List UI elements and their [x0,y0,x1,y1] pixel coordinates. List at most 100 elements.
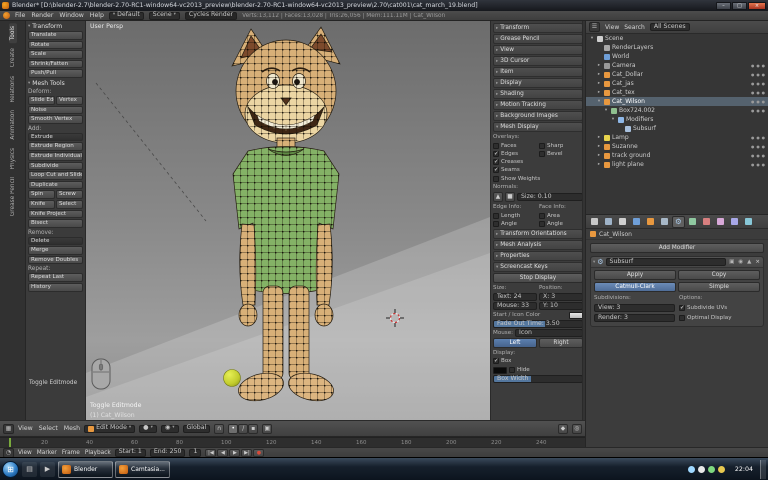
scene-dropdown[interactable]: Scene ▾ [148,11,180,20]
outliner-row-scene[interactable]: ▾ Scene [586,34,768,43]
outliner-row-cat-dollar[interactable]: ▸ Cat_Dollar ● ● ● [586,70,768,79]
text-size-field[interactable]: Text: 24 [493,293,537,301]
tool-button-vertex[interactable]: Vertex [56,95,83,105]
tray-app-icon[interactable] [707,465,715,473]
overlay-show-weights[interactable]: Show Weights [493,175,583,183]
tool-button-loop-cut-and-slide[interactable]: Loop Cut and Slide [28,171,83,180]
panel-transform[interactable]: ▸ Transform [493,23,583,33]
panel-background-images[interactable]: ▸ Background Images [493,111,583,121]
record-button[interactable]: ● [253,448,265,457]
mouse-left-button[interactable]: Left [493,338,537,348]
expand-icon[interactable]: ▸ [596,153,602,158]
face-info-checkbox[interactable] [539,213,545,219]
yellow-sphere-widget[interactable] [223,369,241,387]
expand-icon[interactable]: ▸ [596,90,602,95]
properties-tab-constraints[interactable] [658,216,671,228]
display-checkbox[interactable] [493,358,499,364]
panel-mesh-analysis[interactable]: ▸ Mesh Analysis [493,240,583,250]
orientation-dropdown[interactable]: Global [182,424,211,433]
selectability-icon[interactable]: ● [756,153,759,158]
overlay-checkbox[interactable] [493,176,499,182]
tool-button-extrude[interactable]: Extrude [28,132,83,142]
modifier-name-field[interactable]: Subsurf [605,258,727,266]
visibility-icon[interactable]: ● [751,162,754,167]
timeline-menu-view[interactable]: View [18,450,32,456]
display-hide[interactable]: Hide [509,366,530,374]
outliner-search-menu[interactable]: Search [624,24,645,31]
proportional-edit-icon[interactable]: ◎ [572,423,582,434]
expand-icon[interactable]: ▾ [589,36,595,41]
renderability-icon[interactable]: ● [762,90,765,95]
panel-mesh-display[interactable]: ▾ Mesh Display [493,122,583,132]
visibility-icon[interactable]: ● [751,135,754,140]
transport-jump-end-button[interactable]: ▶| [241,448,253,457]
pos-x-field[interactable]: X: 3 [539,293,583,301]
option-checkbox[interactable] [679,305,685,311]
overlay-checkbox[interactable] [493,167,499,173]
outliner-display-dropdown[interactable]: All Scenes [649,23,690,31]
properties-tab-world[interactable] [630,216,643,228]
toolshelf-tab-relations[interactable]: Relations [9,73,17,106]
outliner-editor-icon[interactable]: ☰ [589,22,600,32]
properties-tab-object-data[interactable] [686,216,699,228]
option-subdivide-uvs[interactable]: Subdivide UVs [679,304,760,312]
viewport-shading-dropdown[interactable]: ● ▾ [139,424,157,433]
frame-start-field[interactable]: Start: 1 [114,448,146,457]
outliner-row-cat-wilson[interactable]: ▾ Cat_Wilson ● ● ● [586,97,768,106]
render-subdivisions-field[interactable]: Render: 3 [594,314,675,322]
normals-size-field[interactable]: Size: 0.10 [517,193,583,201]
panel-transform-orientations[interactable]: ▸ Transform Orientations [493,229,583,239]
taskbar-button-blender[interactable]: Blender [58,460,113,478]
edge-info-angle[interactable]: Angle [493,220,537,228]
box-color-swatch[interactable] [493,366,507,374]
tool-button-rotate[interactable]: Rotate [28,40,83,50]
toolshelf-tab-physics[interactable]: Physics [9,145,17,172]
modifier-render-toggle-icon[interactable]: ▣ [728,259,735,265]
selectability-icon[interactable]: ● [756,72,759,77]
option-optimal-display[interactable]: Optimal Display [679,314,760,322]
toolshelf-tab-animation[interactable]: Animation [9,107,17,143]
frame-end-field[interactable]: End: 250 [149,448,186,457]
overlay-creases[interactable]: Creases [493,158,537,166]
properties-tab-scene[interactable] [616,216,629,228]
renderability-icon[interactable]: ● [762,108,765,113]
tool-button-subdivide[interactable]: Subdivide [28,161,83,171]
face-normals-icon[interactable]: ■ [505,192,515,202]
timeline-editor-icon[interactable]: ◔ [3,447,14,458]
mouse-display-dropdown[interactable]: Icon [515,329,583,337]
tool-button-history[interactable]: History [28,283,83,292]
tool-button-translate[interactable]: Translate [28,31,83,40]
timeline-menu-playback[interactable]: Playback [85,450,111,456]
timeline-menu-frame[interactable]: Frame [62,450,80,456]
outliner-row-camera[interactable]: ▸ Camera ● ● ● [586,61,768,70]
overlay-sharp[interactable]: Sharp [539,142,583,150]
panel-header-mesh-tools[interactable]: ▾ Mesh Tools [28,79,83,88]
add-modifier-dropdown[interactable]: Add Modifier [590,243,764,253]
renderability-icon[interactable]: ● [762,135,765,140]
visibility-icon[interactable]: ● [751,90,754,95]
maximize-button[interactable]: □ [732,1,747,10]
mode-dropdown[interactable]: Edit Mode ▾ [84,424,136,433]
overlay-checkbox[interactable] [539,151,545,157]
expand-icon[interactable]: ▸ [596,144,602,149]
fade-out-time-slider[interactable]: Fade Out Time: 3.50 [493,320,583,328]
tool-button-select[interactable]: Select [56,199,83,209]
transport-play-reverse-button[interactable]: ◀ [217,448,229,457]
renderability-icon[interactable]: ● [762,144,765,149]
outliner-row-renderlayers[interactable]: RenderLayers [586,43,768,52]
outliner-row-cat-tex[interactable]: ▸ Cat_tex ● ● ● [586,88,768,97]
tool-button-screw[interactable]: Screw [56,190,83,199]
toolshelf-tab-grease-pencil[interactable]: Grease Pencil [9,174,17,219]
overlay-bevel[interactable]: Bevel [539,150,583,158]
panel-shading[interactable]: ▸ Shading [493,89,583,99]
panel-header-transform[interactable]: ▾ Transform [28,22,83,31]
outliner-view-menu[interactable]: View [605,24,619,31]
expand-icon[interactable]: ▸ [596,135,602,140]
current-frame-field[interactable]: 1 [189,448,202,457]
timeline-menu-marker[interactable]: Marker [37,450,57,456]
properties-tab-modifiers[interactable]: ⚙ [672,215,685,228]
viewport-canvas[interactable] [86,21,490,420]
expand-icon[interactable]: ▾ [610,117,616,122]
tool-button-remove-doubles[interactable]: Remove Doubles [28,255,83,265]
properties-tab-physics[interactable] [742,216,755,228]
